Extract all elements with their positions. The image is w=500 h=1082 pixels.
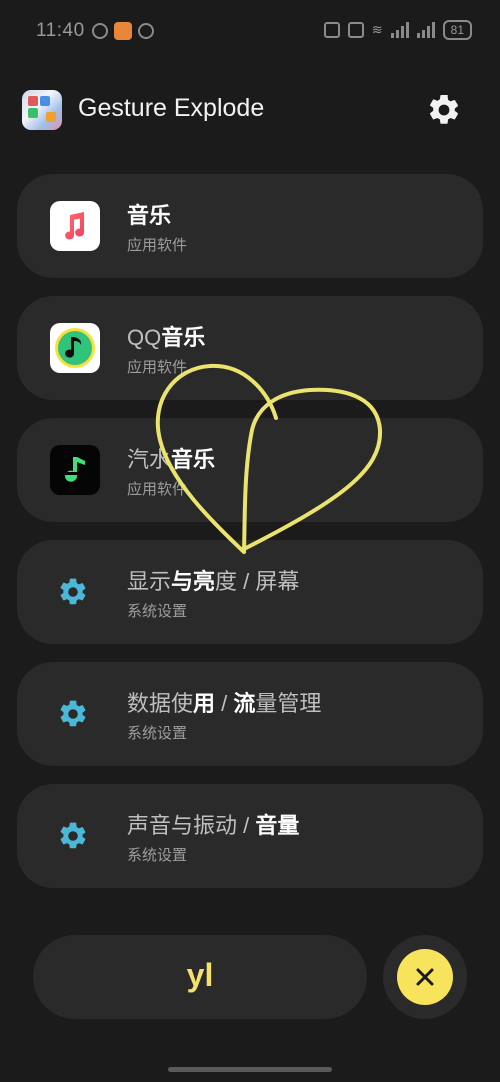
app-header: Gesture Explode	[0, 82, 500, 138]
signal-icon	[390, 22, 409, 38]
close-button-container	[383, 935, 467, 1019]
status-bar: 11:40 ≋ 81	[0, 0, 500, 62]
app-notification-icon	[114, 22, 132, 40]
nfc-icon	[323, 22, 340, 38]
sync-icon	[138, 23, 154, 39]
result-subtitle: 应用软件	[127, 481, 188, 498]
gear-icon	[60, 822, 86, 849]
wifi-icon: ≋	[371, 22, 383, 37]
title-segment: 量管理	[255, 691, 322, 716]
battery-indicator: 81	[442, 20, 472, 40]
alarm-icon	[92, 23, 108, 39]
result-card-sound-volume[interactable]: 声音与振动 / 音量 系统设置	[17, 784, 483, 888]
title-match-segment: 音乐	[161, 325, 206, 350]
result-subtitle: 系统设置	[127, 847, 188, 864]
result-title: 声音与振动 / 音量	[127, 808, 299, 840]
signal-2-icon	[416, 22, 435, 38]
title-segment: 显示	[127, 569, 172, 594]
result-subtitle: 应用软件	[127, 237, 188, 254]
status-notification-icons	[92, 22, 154, 40]
close-button[interactable]	[397, 949, 453, 1005]
result-subtitle: 系统设置	[127, 725, 188, 742]
title-segment: 度 / 屏幕	[215, 569, 300, 594]
search-input[interactable]: yl	[33, 935, 367, 1019]
title-segment: 数据使	[127, 691, 194, 716]
status-system-icons: ≋ 81	[323, 20, 472, 40]
app-title: Gesture Explode	[78, 94, 265, 122]
title-segment: 汽水	[127, 447, 172, 472]
qq-music-icon	[50, 323, 100, 373]
result-card-display-brightness[interactable]: 显示与亮度 / 屏幕 系统设置	[17, 540, 483, 644]
result-title: 音乐	[127, 198, 171, 230]
title-segment: QQ	[127, 325, 162, 350]
gear-icon	[60, 700, 86, 727]
gear-icon	[60, 578, 86, 605]
result-title: QQ音乐	[127, 320, 205, 352]
result-card-qq-music[interactable]: QQ音乐 应用软件	[17, 296, 483, 400]
home-indicator[interactable]	[168, 1067, 332, 1072]
title-segment: /	[215, 691, 234, 716]
result-subtitle: 系统设置	[127, 603, 188, 620]
status-time: 11:40	[36, 20, 85, 41]
title-match-segment: 音乐	[171, 447, 216, 472]
app-logo	[22, 90, 62, 130]
result-card-qishui-music[interactable]: 汽水音乐 应用软件	[17, 418, 483, 522]
result-subtitle: 应用软件	[127, 359, 188, 376]
title-match-segment: 音量	[255, 813, 300, 838]
result-title: 数据使用 / 流量管理	[127, 686, 321, 718]
title-match-segment: 用	[193, 691, 216, 716]
result-title: 汽水音乐	[127, 442, 215, 474]
qishui-music-icon	[50, 445, 100, 495]
title-segment: 声音与振动 /	[127, 813, 256, 838]
search-query: yl	[186, 957, 214, 993]
result-card-data-usage[interactable]: 数据使用 / 流量管理 系统设置	[17, 662, 483, 766]
title-match-segment: 音乐	[127, 203, 172, 228]
title-match-segment: 与亮	[171, 569, 216, 594]
mute-icon	[347, 22, 364, 38]
apple-music-icon	[50, 201, 100, 251]
title-match-segment: 流	[233, 691, 256, 716]
settings-icon[interactable]	[426, 92, 462, 128]
close-icon	[416, 968, 434, 986]
result-card-music[interactable]: 音乐 应用软件	[17, 174, 483, 278]
result-title: 显示与亮度 / 屏幕	[127, 564, 299, 596]
